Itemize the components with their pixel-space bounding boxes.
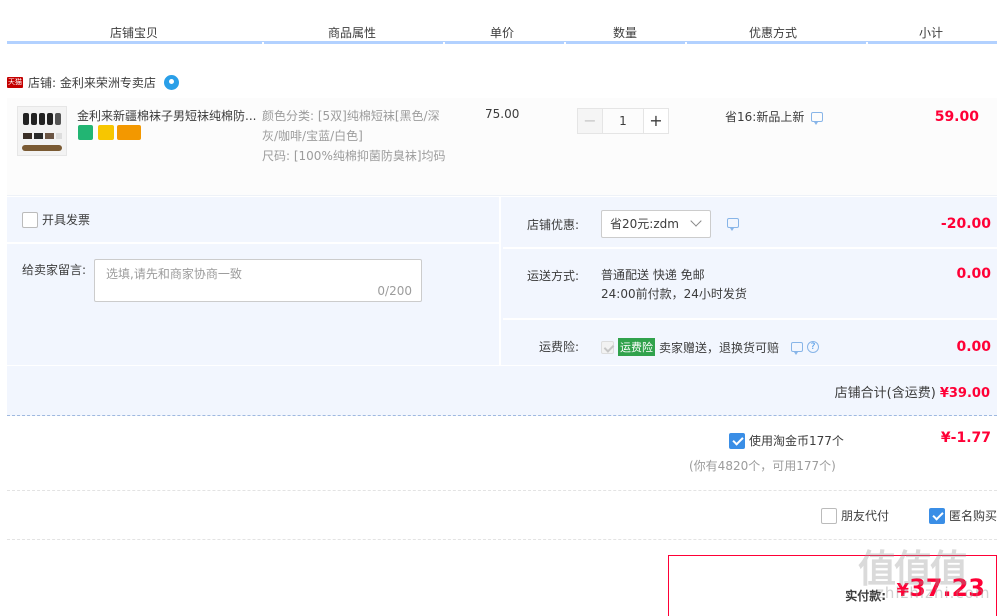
promo-info: 省16:新品上新 bbox=[725, 108, 824, 125]
coin-option: 使用淘金币177个 bbox=[729, 432, 844, 449]
order-options-panel: 开具发票 给卖家留言: 选填,请先和商家协商一致 0/200 店铺优惠: 省20… bbox=[7, 197, 997, 365]
product-thumbnail[interactable] bbox=[17, 106, 67, 156]
options-left: 开具发票 给卖家留言: 选填,请先和商家协商一致 0/200 bbox=[7, 197, 501, 365]
tmall-icon: 天猫 bbox=[7, 76, 23, 88]
message-char-count: 0/200 bbox=[377, 284, 412, 298]
shop-total-bar: 店铺合计(含运费) ¥39.00 bbox=[7, 366, 997, 416]
sock-graphic bbox=[47, 113, 53, 125]
friend-pay-checkbox[interactable] bbox=[821, 507, 837, 524]
shop-discount-row: 店铺优惠: 省20元:zdm -20.00 bbox=[503, 197, 997, 249]
watermark-url: zhizhizhi.com bbox=[876, 584, 991, 602]
chevron-down-icon bbox=[690, 215, 702, 227]
coin-checkbox[interactable] bbox=[729, 432, 745, 449]
message-icon[interactable] bbox=[727, 218, 739, 231]
col-qty: 数量 bbox=[612, 26, 637, 40]
increase-button[interactable]: + bbox=[643, 108, 669, 134]
col-subtotal: 小计 bbox=[918, 26, 943, 40]
shop-total: 店铺合计(含运费) ¥39.00 bbox=[835, 382, 990, 401]
quantity-input[interactable]: 1 bbox=[603, 108, 643, 134]
insurance-amount: 0.00 bbox=[956, 339, 991, 355]
sock-graphic bbox=[23, 133, 32, 139]
shipping-label: 运送方式: bbox=[526, 269, 579, 283]
col-promo: 优惠方式 bbox=[748, 26, 797, 40]
shop-discount-amount: -20.00 bbox=[940, 216, 991, 232]
unit-price: 75.00 bbox=[485, 107, 520, 121]
shop-name-link[interactable]: 店铺: 金利来荣洲专卖店 bbox=[28, 74, 156, 91]
shop-line: 天猫 店铺: 金利来荣洲专卖店 bbox=[7, 72, 179, 92]
shipping-info: 普通配送 快递 免邮 24:00前付款，24小时发货 bbox=[601, 266, 747, 304]
credit-card-icon bbox=[117, 125, 141, 140]
insurance-text: 卖家赠送，退换货可赔 bbox=[659, 340, 780, 355]
coin-discount: ¥-1.77 bbox=[940, 430, 991, 446]
insurance-badge: 运费险 bbox=[618, 338, 655, 356]
invoice-label: 开具发票 bbox=[42, 213, 91, 227]
header-divider bbox=[866, 42, 868, 45]
sock-graphic bbox=[34, 133, 43, 139]
coin-label: 使用淘金币177个 bbox=[749, 434, 844, 448]
sock-graphic bbox=[39, 113, 45, 125]
col-item: 店铺宝贝 bbox=[109, 26, 158, 40]
sock-graphic bbox=[45, 133, 54, 139]
header-divider bbox=[685, 42, 687, 45]
promo-text: 省16:新品上新 bbox=[725, 110, 805, 124]
sock-graphic bbox=[31, 113, 37, 125]
shipping-method: 普通配送 快递 免邮 bbox=[601, 268, 705, 282]
insurance-row: 运费险: 运费险 卖家赠送，退换货可赔 ? 0.00 bbox=[503, 320, 997, 365]
message-label: 给卖家留言: bbox=[22, 263, 87, 277]
insurance-label: 运费险: bbox=[538, 340, 579, 354]
invoice-option: 开具发票 bbox=[22, 211, 90, 228]
col-price: 单价 bbox=[489, 26, 514, 40]
guarantee-icon bbox=[98, 125, 114, 140]
divider bbox=[7, 539, 997, 540]
divider bbox=[7, 490, 997, 491]
divider bbox=[7, 242, 501, 244]
shipping-row: 运送方式: 普通配送 快递 免邮 24:00前付款，24小时发货 0.00 bbox=[503, 249, 997, 320]
brand-strip bbox=[22, 145, 62, 151]
sock-graphic bbox=[23, 113, 29, 125]
message-icon[interactable] bbox=[791, 342, 804, 355]
header-divider bbox=[443, 42, 445, 45]
invoice-checkbox[interactable] bbox=[22, 211, 38, 228]
shop-discount-value: 省20元:zdm bbox=[610, 217, 679, 231]
insurance-info: 运费险 卖家赠送，退换货可赔 ? bbox=[601, 338, 820, 356]
friend-pay-option: 朋友代付 bbox=[821, 507, 889, 524]
column-header-bar: 店铺宝贝 商品属性 单价 数量 优惠方式 小计 bbox=[7, 18, 997, 44]
anonymous-checkbox[interactable] bbox=[929, 507, 945, 524]
seven-day-return-icon bbox=[78, 125, 93, 140]
quantity-stepper: − 1 + bbox=[577, 108, 669, 134]
shop-discount-select[interactable]: 省20元:zdm bbox=[601, 210, 711, 238]
attr-size: 尺码: [100%纯棉抑菌防臭袜]均码 bbox=[262, 149, 446, 163]
sock-graphic bbox=[55, 113, 61, 125]
product-attributes: 颜色分类: [5双]纯棉短袜[黑色/深灰/咖啡/宝蓝/白色] 尺码: [100%… bbox=[262, 106, 452, 166]
chat-seller-icon[interactable] bbox=[163, 74, 179, 90]
friend-pay-label: 朋友代付 bbox=[841, 509, 890, 523]
item-subtotal: 59.00 bbox=[934, 109, 979, 125]
anonymous-label: 匿名购买 bbox=[949, 509, 998, 523]
col-attrs: 商品属性 bbox=[327, 26, 376, 40]
product-title-link[interactable]: 金利来新疆棉袜子男短袜纯棉防... bbox=[77, 107, 257, 124]
seller-message-input[interactable]: 选填,请先和商家协商一致 0/200 bbox=[94, 259, 422, 302]
shipping-promise: 24:00前付款，24小时发货 bbox=[601, 287, 747, 301]
cart-item-row: 金利来新疆棉袜子男短袜纯棉防... 颜色分类: [5双]纯棉短袜[黑色/深灰/咖… bbox=[7, 98, 997, 196]
anonymous-option: 匿名购买 bbox=[929, 507, 997, 524]
decrease-button[interactable]: − bbox=[577, 108, 603, 134]
shipping-amount: 0.00 bbox=[956, 266, 991, 282]
shop-total-label: 店铺合计(含运费) bbox=[834, 386, 936, 401]
attr-color: 颜色分类: [5双]纯棉短袜[黑色/深灰/咖啡/宝蓝/白色] bbox=[262, 109, 440, 143]
insurance-checkbox bbox=[601, 340, 614, 354]
header-divider bbox=[564, 42, 566, 45]
message-placeholder: 选填,请先和商家协商一致 bbox=[106, 267, 242, 281]
coin-balance: (你有4820个，可用177个) bbox=[689, 459, 836, 473]
sock-graphic bbox=[56, 133, 62, 139]
shop-total-value: ¥39.00 bbox=[939, 386, 990, 401]
header-divider bbox=[262, 42, 264, 45]
help-icon[interactable]: ? bbox=[807, 341, 820, 353]
shop-discount-label: 店铺优惠: bbox=[526, 218, 579, 232]
message-icon[interactable] bbox=[811, 111, 824, 125]
